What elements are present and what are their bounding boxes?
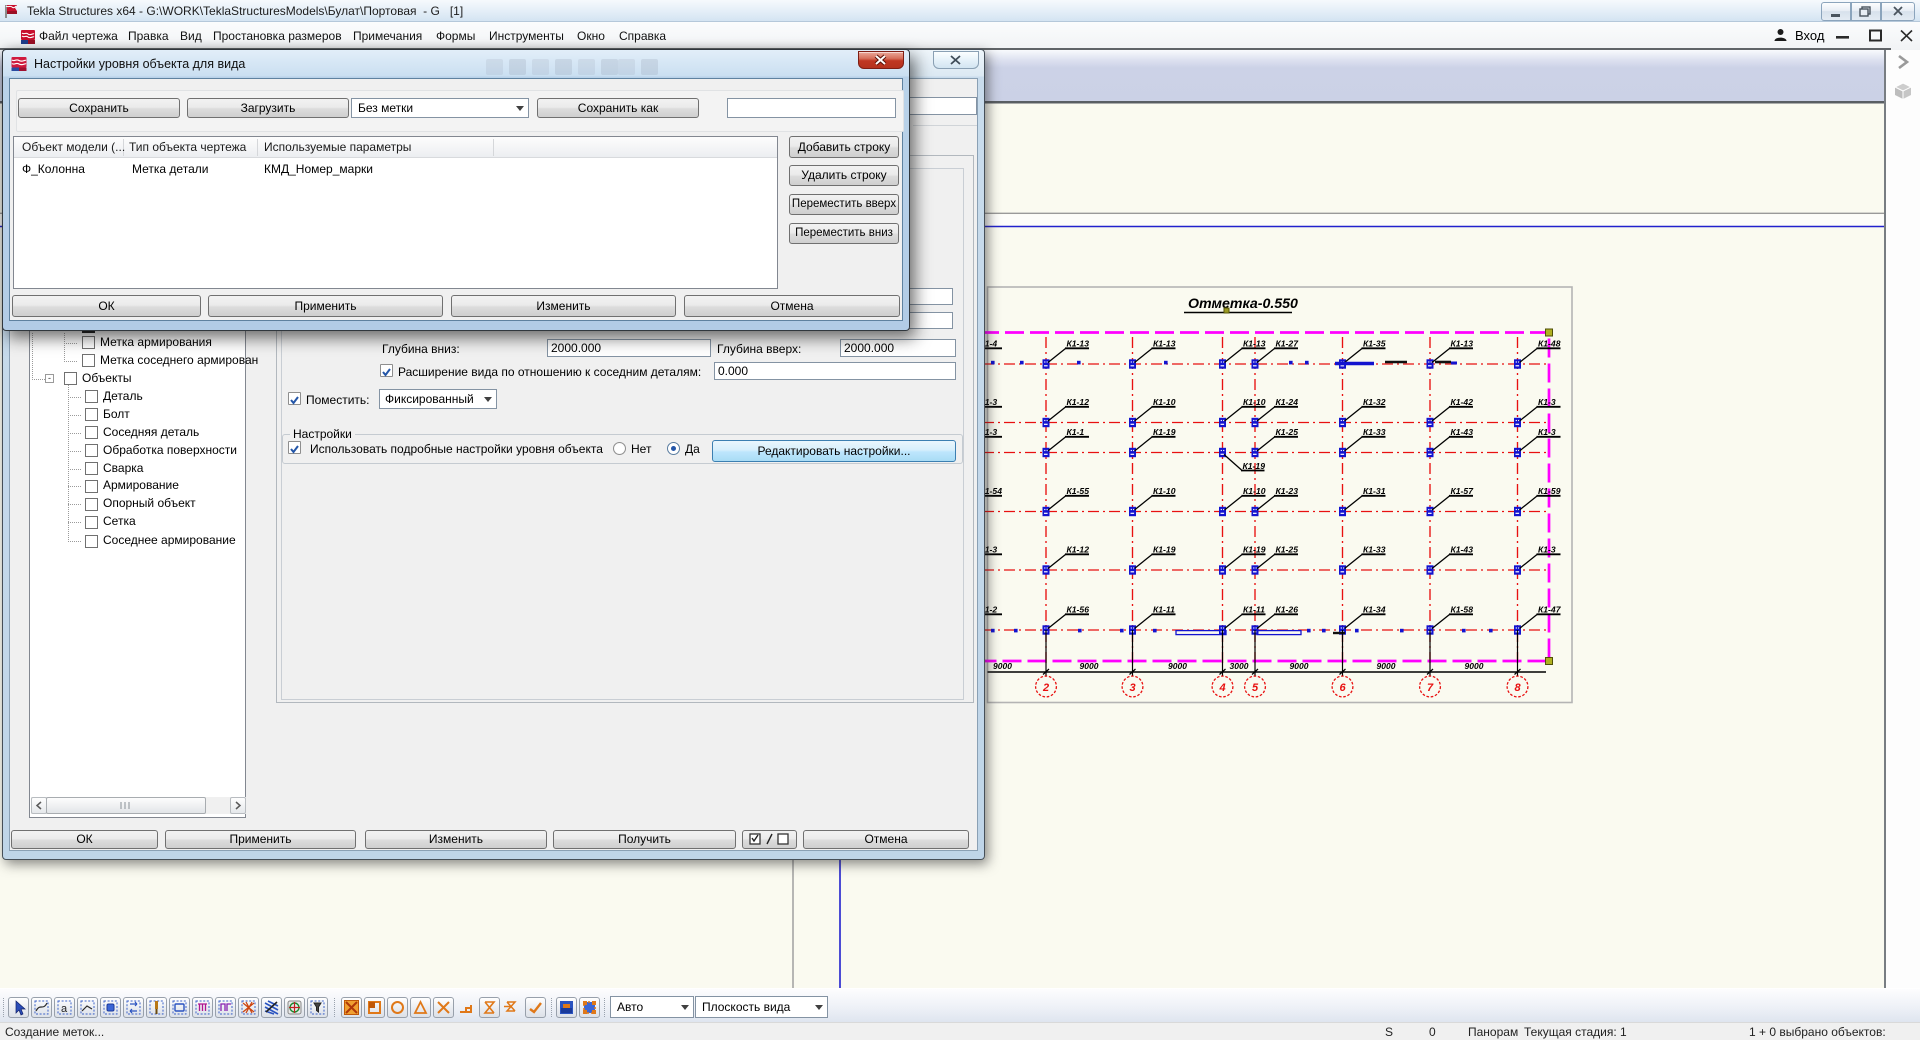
svg-text:К1-32: К1-32 (1363, 397, 1386, 407)
svg-text:К1-19: К1-19 (1243, 461, 1266, 471)
svg-text:9000: 9000 (993, 661, 1012, 671)
svg-text:К1-19: К1-19 (1153, 545, 1176, 555)
svg-text:К1-12: К1-12 (1067, 545, 1090, 555)
svg-text:К1-10: К1-10 (1243, 397, 1266, 407)
svg-text:3: 3 (1129, 682, 1135, 694)
svg-text:К1-48: К1-48 (1538, 339, 1561, 349)
svg-text:К1-13: К1-13 (1067, 339, 1090, 349)
svg-text:К1-13: К1-13 (1243, 339, 1266, 349)
svg-text:2: 2 (1042, 682, 1049, 694)
svg-text:К1-23: К1-23 (1276, 486, 1299, 496)
svg-text:К1-47: К1-47 (1538, 605, 1562, 615)
svg-text:К1-11: К1-11 (1153, 605, 1175, 615)
svg-text:3000: 3000 (1230, 661, 1249, 671)
svg-text:8: 8 (1514, 682, 1521, 694)
svg-text:К1-25: К1-25 (1276, 427, 1299, 437)
svg-text:6: 6 (1339, 682, 1346, 694)
svg-text:К1-12: К1-12 (1067, 397, 1090, 407)
svg-text:9000: 9000 (1080, 661, 1099, 671)
svg-text:К1-57: К1-57 (1451, 486, 1475, 496)
svg-text:К1-43: К1-43 (1451, 545, 1474, 555)
svg-text:К1-10: К1-10 (1243, 486, 1266, 496)
svg-text:К1-19: К1-19 (1153, 427, 1176, 437)
svg-text:К1-33: К1-33 (1363, 427, 1386, 437)
svg-text:9000: 9000 (1377, 661, 1396, 671)
svg-text:К1-43: К1-43 (1451, 427, 1474, 437)
svg-text:К1-56: К1-56 (1067, 605, 1090, 615)
svg-text:5: 5 (1252, 682, 1259, 694)
svg-text:К1-19: К1-19 (1243, 545, 1266, 555)
svg-text:К1-58: К1-58 (1451, 605, 1474, 615)
svg-text:a: a (61, 1003, 68, 1015)
svg-text:К1-10: К1-10 (1153, 397, 1176, 407)
svg-text:Отметка-0.550: Отметка-0.550 (1188, 296, 1298, 312)
svg-text:К1-10: К1-10 (1153, 486, 1176, 496)
svg-text:К1-1: К1-1 (1067, 427, 1085, 437)
svg-text:К1-59: К1-59 (1538, 486, 1561, 496)
svg-text:9000: 9000 (1290, 661, 1309, 671)
svg-text:К1-11: К1-11 (1243, 605, 1265, 615)
svg-text:К1-3: К1-3 (1538, 545, 1556, 555)
svg-text:К1-35: К1-35 (1363, 339, 1386, 349)
svg-text:К1-26: К1-26 (1276, 605, 1299, 615)
svg-text:9000: 9000 (1465, 661, 1484, 671)
svg-text:К1-13: К1-13 (1153, 339, 1176, 349)
svg-text:К1-25: К1-25 (1276, 545, 1299, 555)
svg-text:9000: 9000 (1168, 661, 1187, 671)
svg-text:К1-42: К1-42 (1451, 397, 1474, 407)
svg-text:К1-13: К1-13 (1451, 339, 1474, 349)
svg-text:4: 4 (1218, 682, 1225, 694)
svg-text:7: 7 (1427, 682, 1434, 694)
svg-text:К1-34: К1-34 (1363, 605, 1386, 615)
svg-text:К1-3: К1-3 (1538, 397, 1556, 407)
svg-text:К1-27: К1-27 (1276, 339, 1300, 349)
svg-text:К1-55: К1-55 (1067, 486, 1090, 496)
svg-text:К1-31: К1-31 (1363, 486, 1386, 496)
svg-text:К1-24: К1-24 (1276, 397, 1299, 407)
svg-text:К1-3: К1-3 (1538, 427, 1556, 437)
svg-text:К1-33: К1-33 (1363, 545, 1386, 555)
